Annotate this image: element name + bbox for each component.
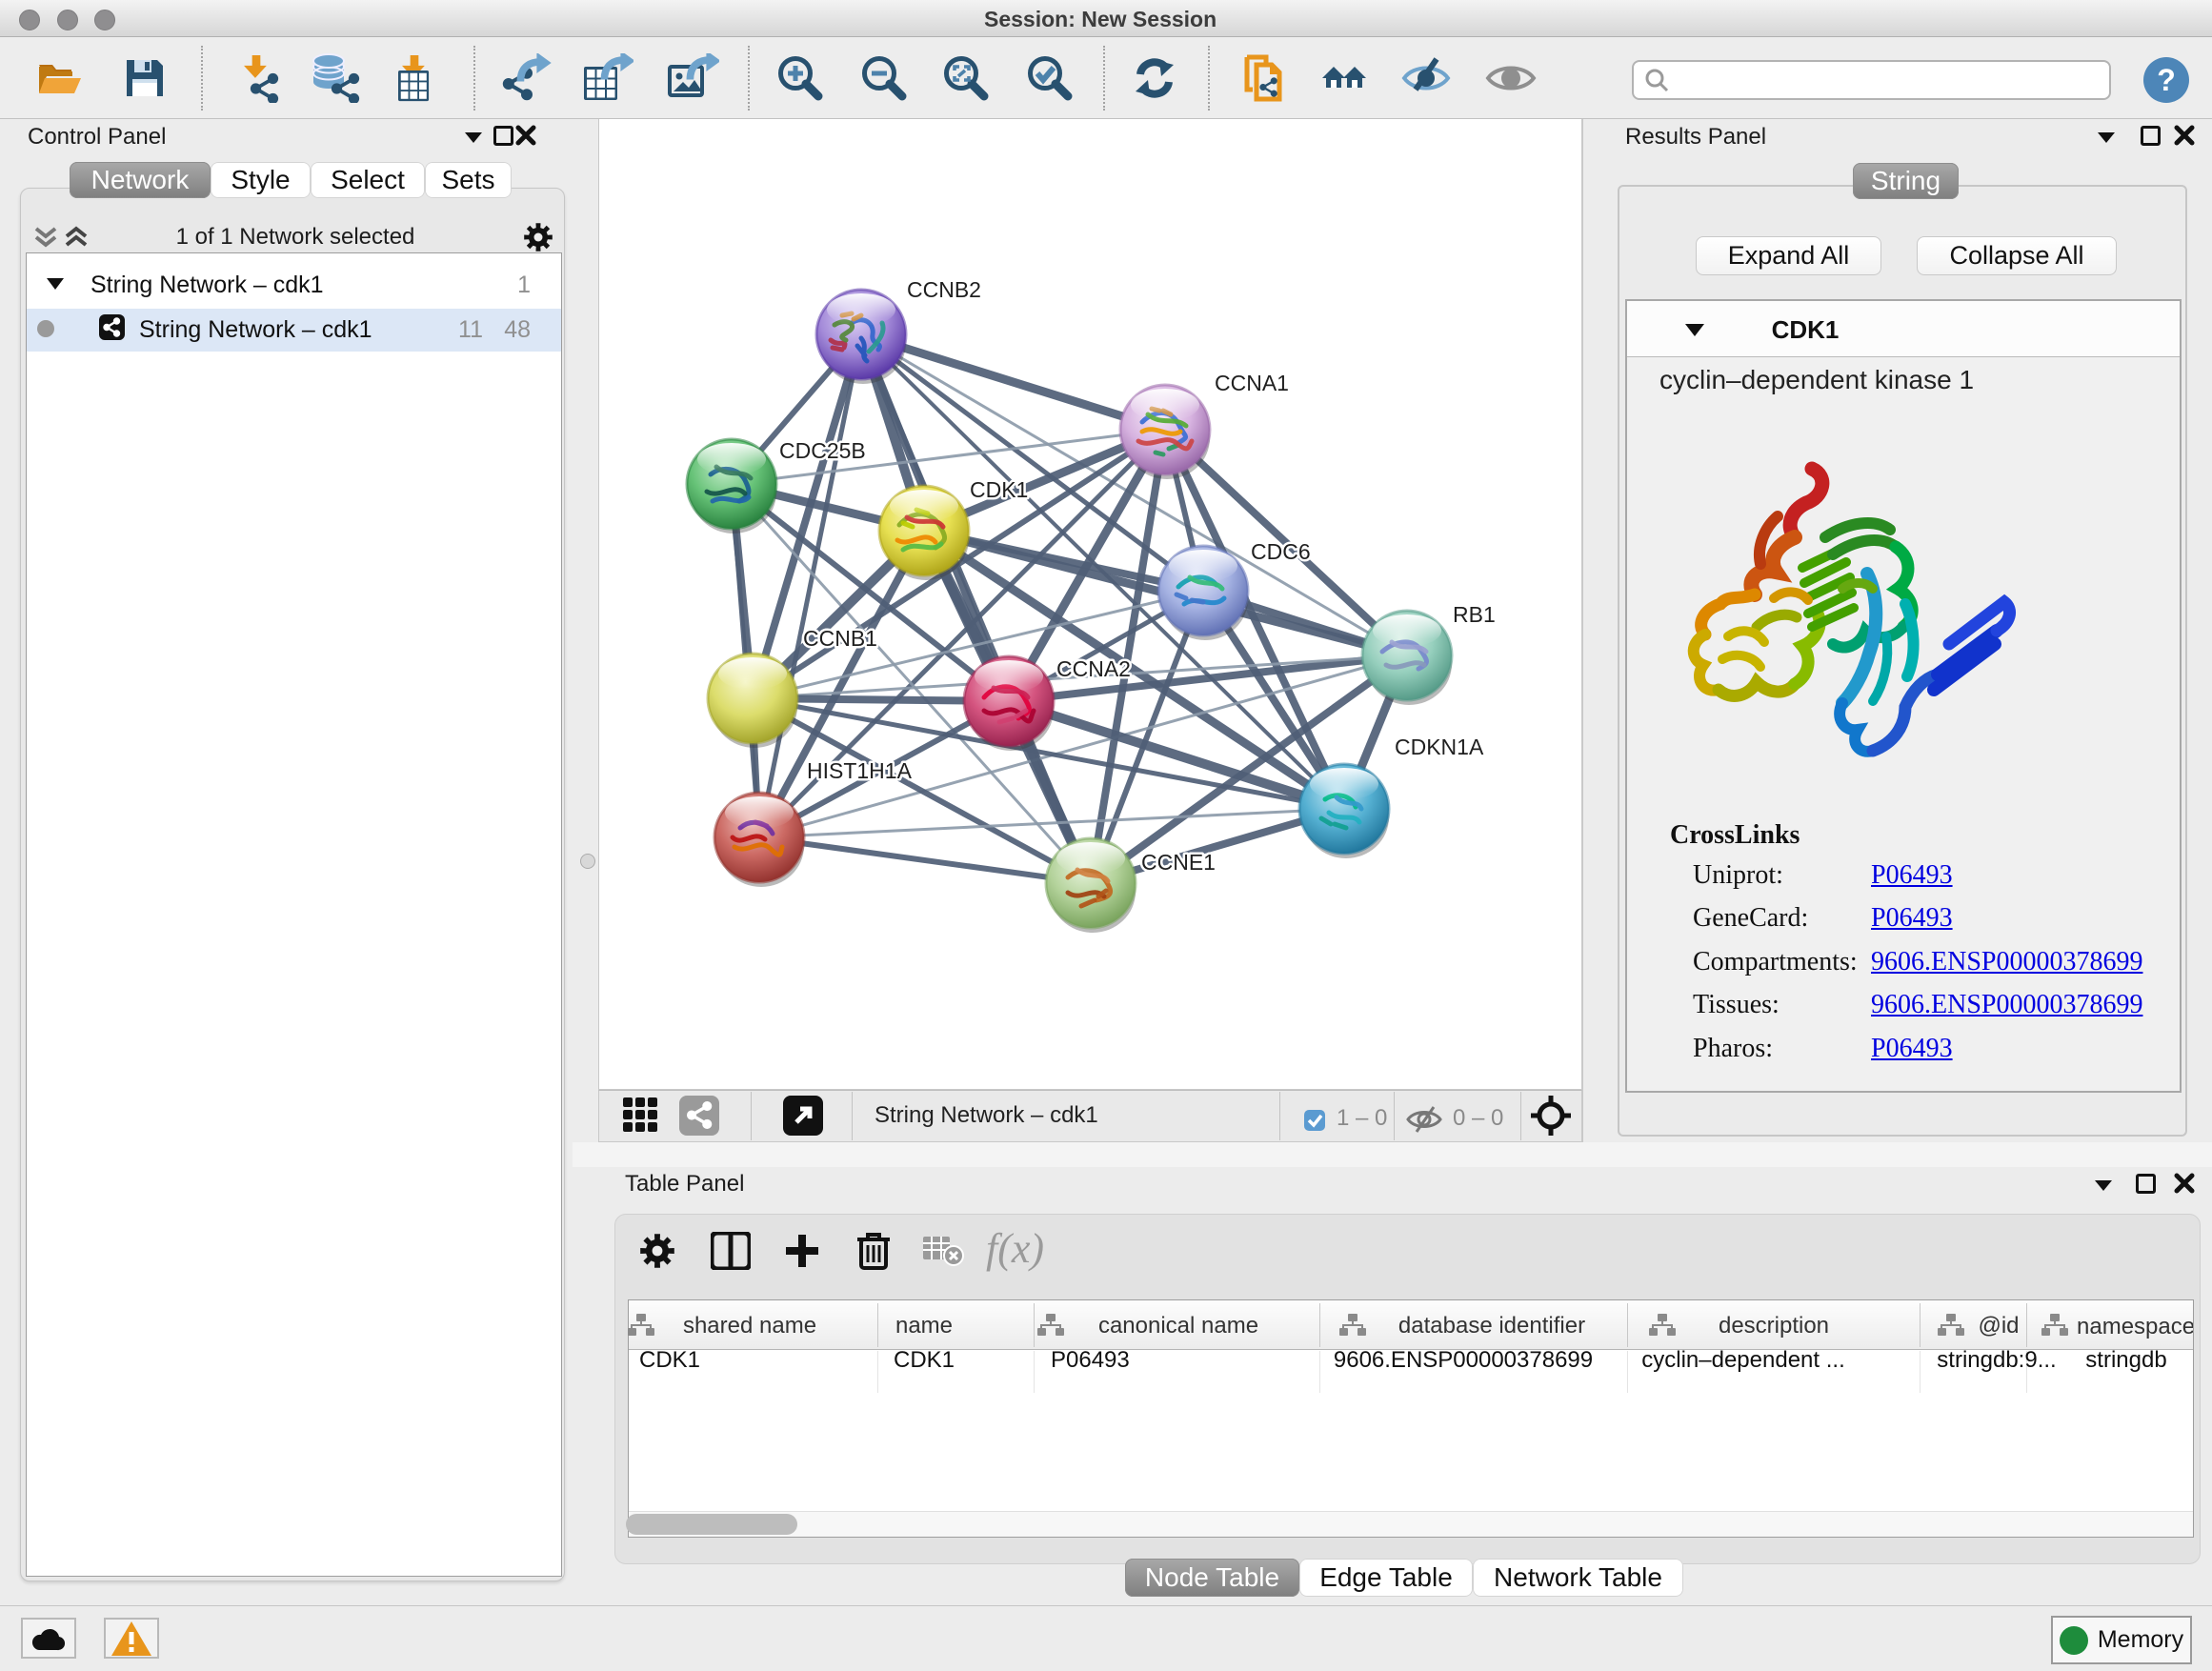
svg-text:HIST1H1A: HIST1H1A bbox=[807, 758, 913, 783]
svg-text:?: ? bbox=[2157, 63, 2176, 97]
svg-text:CDKN1A: CDKN1A bbox=[1395, 735, 1484, 759]
svg-text:CCNB1: CCNB1 bbox=[803, 626, 877, 651]
svg-text:RB1: RB1 bbox=[1453, 602, 1496, 627]
svg-text:CDK1: CDK1 bbox=[970, 477, 1028, 502]
svg-text:CCNE1: CCNE1 bbox=[1141, 850, 1216, 875]
svg-text:CCNA2: CCNA2 bbox=[1056, 656, 1131, 681]
svg-text:CCNA1: CCNA1 bbox=[1215, 371, 1289, 395]
svg-text:CDC6: CDC6 bbox=[1251, 539, 1311, 564]
svg-text:CCNB2: CCNB2 bbox=[907, 277, 981, 302]
svg-text:CDC25B: CDC25B bbox=[779, 438, 866, 463]
